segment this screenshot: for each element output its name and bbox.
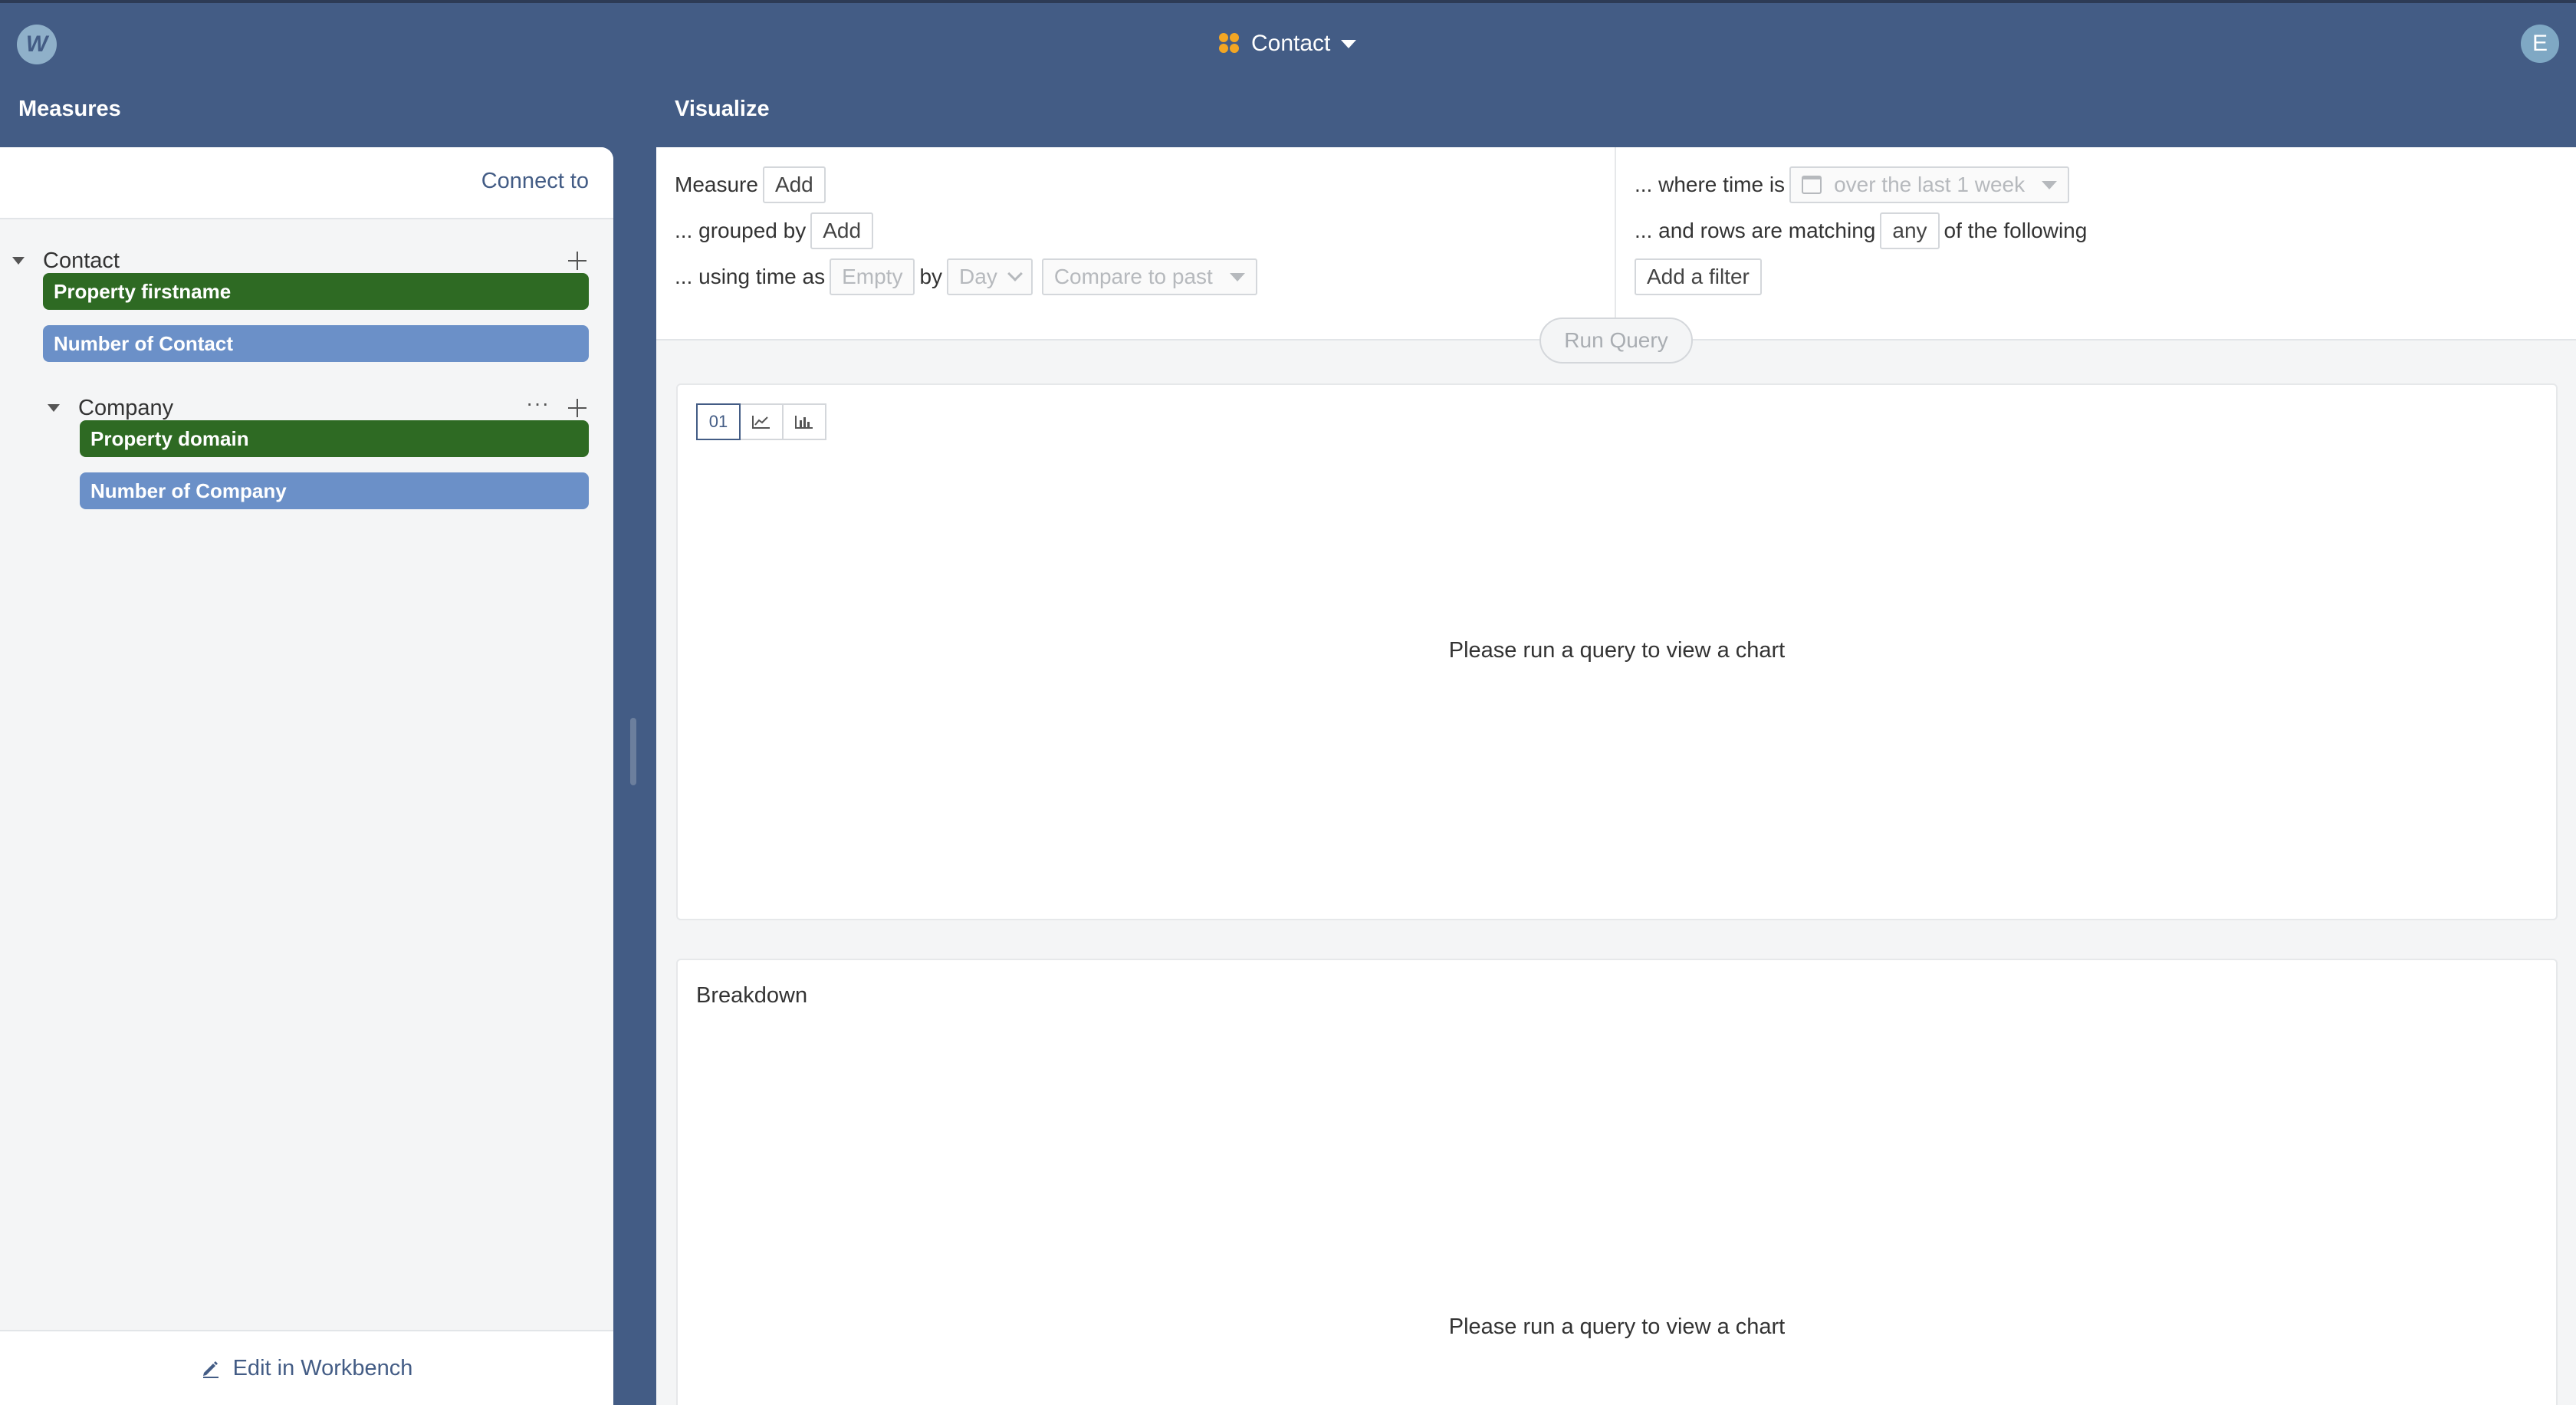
breakdown-card: Breakdown Please run a query to view a c… <box>676 959 2558 1405</box>
visualize-panel: Measure Add ... grouped by Add ... using… <box>656 147 2576 1405</box>
model-selector[interactable]: Contact <box>1219 26 1357 61</box>
add-filter-button[interactable]: Add a filter <box>1635 258 1762 295</box>
caret-down-icon <box>1341 39 1357 48</box>
collapse-caret-icon[interactable] <box>12 257 25 265</box>
model-title: Contact <box>1251 31 1331 56</box>
line-chart-button[interactable] <box>739 403 784 440</box>
collapse-caret-icon[interactable] <box>48 404 60 412</box>
date-range-picker[interactable]: over the last 1 week <box>1789 166 2070 203</box>
caret-down-icon <box>2042 180 2058 189</box>
measure-label: Measure <box>675 173 758 196</box>
filter-row: Add a filter <box>1635 258 1766 296</box>
granularity-value: Day <box>959 265 997 288</box>
app-logo[interactable]: W <box>17 25 57 64</box>
tree-label-contact: Contact <box>43 248 120 273</box>
bar-chart-button[interactable] <box>782 403 826 440</box>
pill-property-domain[interactable]: Property domain <box>80 420 589 457</box>
time-row: ... using time as Empty by Day Compare t… <box>675 258 1262 296</box>
chevron-down-icon <box>1007 266 1023 281</box>
run-query-button[interactable]: Run Query <box>1539 318 1693 364</box>
pill-property-firstname[interactable]: Property firstname <box>43 273 589 310</box>
measure-row: Measure Add <box>675 166 830 204</box>
panel-resize-handle[interactable] <box>630 718 636 785</box>
breakdown-title: Breakdown <box>696 983 808 1008</box>
caret-down-icon <box>1229 272 1245 281</box>
where-row: ... where time is over the last 1 week <box>1635 166 2074 204</box>
date-range-value: over the last 1 week <box>1834 173 2026 196</box>
pencil-icon <box>202 1361 219 1378</box>
visualize-heading: Visualize <box>675 97 770 121</box>
more-options-icon[interactable]: ··· <box>526 391 550 416</box>
tree-label-company: Company <box>78 395 174 420</box>
edit-in-workbench-label: Edit in Workbench <box>232 1355 413 1380</box>
compare-to-past-select[interactable]: Compare to past <box>1041 258 1257 295</box>
bar-chart-icon <box>795 416 813 429</box>
add-plus-icon[interactable] <box>565 396 590 420</box>
where-time-label: ... where time is <box>1635 173 1786 196</box>
time-dimension-select[interactable]: Empty <box>830 258 915 295</box>
edit-in-workbench-button[interactable]: Edit in Workbench <box>0 1330 613 1405</box>
chart-card: 01 Please run a query to view a chart <box>676 383 2558 920</box>
following-label: of the following <box>1944 219 2088 242</box>
viz-type-toggle: 01 <box>696 403 826 440</box>
measures-panel: Connect to Contact Property firstname Nu… <box>0 147 613 1405</box>
by-label: by <box>919 265 943 288</box>
pill-number-of-company[interactable]: Number of Company <box>80 472 589 509</box>
grouped-row: ... grouped by Add <box>675 212 878 250</box>
using-time-label: ... using time as <box>675 265 826 288</box>
number-view-button[interactable]: 01 <box>696 403 741 440</box>
add-plus-icon[interactable] <box>565 248 590 273</box>
add-measure-button[interactable]: Add <box>762 166 826 203</box>
connect-row: Connect to <box>0 147 613 219</box>
rows-matching-row: ... and rows are matching any of the fol… <box>1635 212 2087 250</box>
cube-cluster-icon <box>1219 33 1240 54</box>
granularity-select[interactable]: Day <box>947 258 1033 295</box>
connect-to-link[interactable]: Connect to <box>481 169 589 194</box>
measures-heading: Measures <box>18 97 121 121</box>
grouped-by-label: ... grouped by <box>675 219 807 242</box>
compare-value: Compare to past <box>1053 265 1213 288</box>
breakdown-placeholder: Please run a query to view a chart <box>1448 1315 1786 1339</box>
rows-matching-label: ... and rows are matching <box>1635 219 1876 242</box>
match-type-select[interactable]: any <box>1880 212 1940 249</box>
query-builder: Measure Add ... grouped by Add ... using… <box>656 147 2576 341</box>
add-group-button[interactable]: Add <box>810 212 874 249</box>
user-avatar[interactable]: E <box>2521 25 2559 63</box>
top-bar: W Contact E <box>0 0 2576 80</box>
line-chart-icon <box>752 416 770 429</box>
calendar-icon <box>1802 176 1822 194</box>
query-divider <box>1615 147 1616 341</box>
pill-number-of-contact[interactable]: Number of Contact <box>43 325 589 362</box>
chart-placeholder: Please run a query to view a chart <box>1448 638 1786 663</box>
